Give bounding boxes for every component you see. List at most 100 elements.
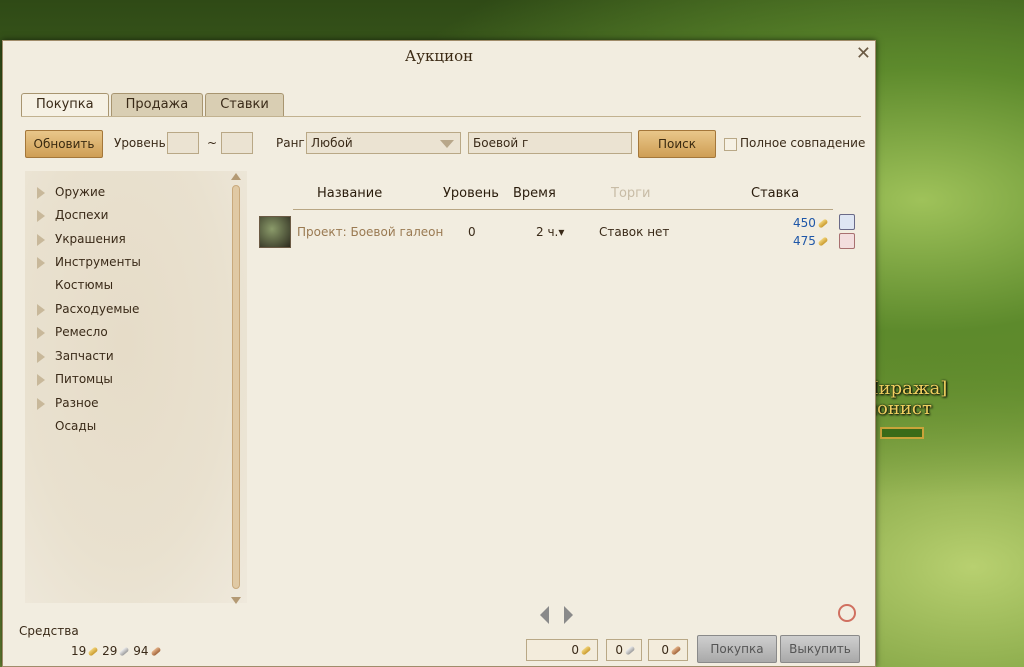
exact-match-checkbox[interactable] xyxy=(724,138,737,151)
tab-bar: Покупка Продажа Ставки xyxy=(21,93,286,117)
funds-amount: 19 29 94 xyxy=(71,644,161,658)
scroll-down-icon[interactable] xyxy=(231,597,241,604)
category-tools[interactable]: Инструменты xyxy=(37,252,141,272)
next-page-icon[interactable] xyxy=(564,606,573,624)
level-max-input[interactable] xyxy=(221,132,253,154)
refresh-button[interactable]: Обновить xyxy=(25,130,103,158)
expand-arrow-icon xyxy=(37,373,45,386)
level-label: Уровень xyxy=(114,136,166,150)
column-bids: Торги xyxy=(611,186,651,201)
gold-coin-icon xyxy=(817,218,829,229)
auction-window: Аукцион ✕ Покупка Продажа Ставки Обновит… xyxy=(2,40,876,667)
buyout-icon[interactable] xyxy=(839,233,855,249)
silver-input-value: 0 xyxy=(615,643,623,657)
gold-coin-icon xyxy=(580,645,592,656)
category-armor[interactable]: Доспехи xyxy=(37,205,108,225)
gold-coin-icon xyxy=(87,646,99,657)
expand-arrow-icon xyxy=(37,326,45,339)
scroll-up-icon[interactable] xyxy=(231,173,241,180)
close-icon[interactable]: ✕ xyxy=(856,43,871,64)
item-time: 2 ч.▾ xyxy=(536,225,565,239)
tab-divider xyxy=(21,116,861,117)
category-label: Доспехи xyxy=(55,208,109,222)
copper-coin-icon xyxy=(670,645,682,656)
column-level[interactable]: Уровень xyxy=(443,186,499,201)
scroll-thumb[interactable] xyxy=(232,185,240,589)
tab-buy[interactable]: Покупка xyxy=(21,93,109,117)
category-label: Расходуемые xyxy=(55,302,140,316)
expand-arrow-icon xyxy=(37,233,45,246)
category-label: Запчасти xyxy=(55,349,114,363)
buyout-price-value: 475 xyxy=(793,234,816,248)
header-divider xyxy=(293,209,833,210)
category-label: Осады xyxy=(55,419,97,433)
category-misc[interactable]: Разное xyxy=(37,393,99,413)
silver-coin-icon xyxy=(118,646,130,657)
buyout-price: 475 xyxy=(793,234,829,248)
npc-health-bar xyxy=(880,427,924,439)
category-label: Костюмы xyxy=(55,278,114,292)
search-button[interactable]: Поиск xyxy=(638,130,716,158)
category-label: Разное xyxy=(55,396,99,410)
bid-price-value: 450 xyxy=(793,216,816,230)
refresh-icon[interactable] xyxy=(838,604,856,622)
category-weapons[interactable]: Оружие xyxy=(37,182,105,202)
expand-arrow-icon xyxy=(37,256,45,269)
tab-bids[interactable]: Ставки xyxy=(205,93,284,116)
grade-select[interactable]: Любой xyxy=(306,132,461,154)
category-scrollbar[interactable] xyxy=(231,173,241,604)
expand-arrow-icon xyxy=(37,397,45,410)
bid-price: 450 xyxy=(793,216,829,230)
category-crafting[interactable]: Ремесло xyxy=(37,322,108,342)
chevron-down-icon xyxy=(440,140,454,148)
funds-gold: 19 xyxy=(71,644,87,658)
funds-copper: 94 xyxy=(133,644,149,658)
column-time[interactable]: Время xyxy=(513,186,556,201)
expand-arrow-icon xyxy=(37,209,45,222)
buyout-button[interactable]: Выкупить xyxy=(780,635,860,663)
copper-coin-icon xyxy=(150,646,161,657)
bid-icon[interactable] xyxy=(839,214,855,230)
category-accessories[interactable]: Украшения xyxy=(37,229,126,249)
funds-label: Средства xyxy=(19,624,79,638)
funds-silver: 29 xyxy=(102,644,118,658)
copper-input-value: 0 xyxy=(661,643,669,657)
window-title: Аукцион xyxy=(404,47,474,65)
buy-button[interactable]: Покупка xyxy=(697,635,777,663)
category-pets[interactable]: Питомцы xyxy=(37,369,113,389)
category-label: Инструменты xyxy=(55,255,141,269)
item-bids: Ставок нет xyxy=(599,225,670,239)
category-label: Ремесло xyxy=(55,325,108,339)
grade-value: Любой xyxy=(311,136,353,150)
title-bar: Аукцион ✕ xyxy=(3,41,875,71)
gold-input-value: 0 xyxy=(571,643,579,657)
category-label: Украшения xyxy=(55,232,126,246)
level-separator: ~ xyxy=(207,136,218,150)
expand-arrow-icon xyxy=(37,303,45,316)
silver-input[interactable]: 0 xyxy=(606,639,642,661)
category-label: Оружие xyxy=(55,185,106,199)
prev-page-icon[interactable] xyxy=(540,606,549,624)
category-label: Питомцы xyxy=(55,372,113,386)
category-parts[interactable]: Запчасти xyxy=(37,346,114,366)
expand-arrow-icon xyxy=(37,350,45,363)
tab-sell[interactable]: Продажа xyxy=(110,93,204,116)
item-level: 0 xyxy=(468,225,476,239)
category-consumables[interactable]: Расходуемые xyxy=(37,299,139,319)
category-sidebar: Оружие Доспехи Украшения Инструменты Кос… xyxy=(25,171,247,603)
expand-arrow-icon xyxy=(37,186,45,199)
gold-input[interactable]: 0 xyxy=(526,639,598,661)
grade-label: Ранг xyxy=(276,136,305,150)
category-costumes[interactable]: Костюмы xyxy=(37,275,113,295)
column-name[interactable]: Название xyxy=(317,186,382,201)
copper-input[interactable]: 0 xyxy=(648,639,688,661)
column-bid[interactable]: Ставка xyxy=(751,186,799,201)
item-name[interactable]: Проект: Боевой галеон xyxy=(297,225,443,239)
search-input[interactable]: Боевой г xyxy=(468,132,632,154)
gold-coin-icon xyxy=(817,236,829,247)
level-min-input[interactable] xyxy=(167,132,199,154)
item-icon[interactable] xyxy=(259,216,291,248)
category-sieges[interactable]: Осады xyxy=(37,416,96,436)
exact-match-label: Полное совпадение xyxy=(740,136,866,150)
silver-coin-icon xyxy=(624,645,636,656)
